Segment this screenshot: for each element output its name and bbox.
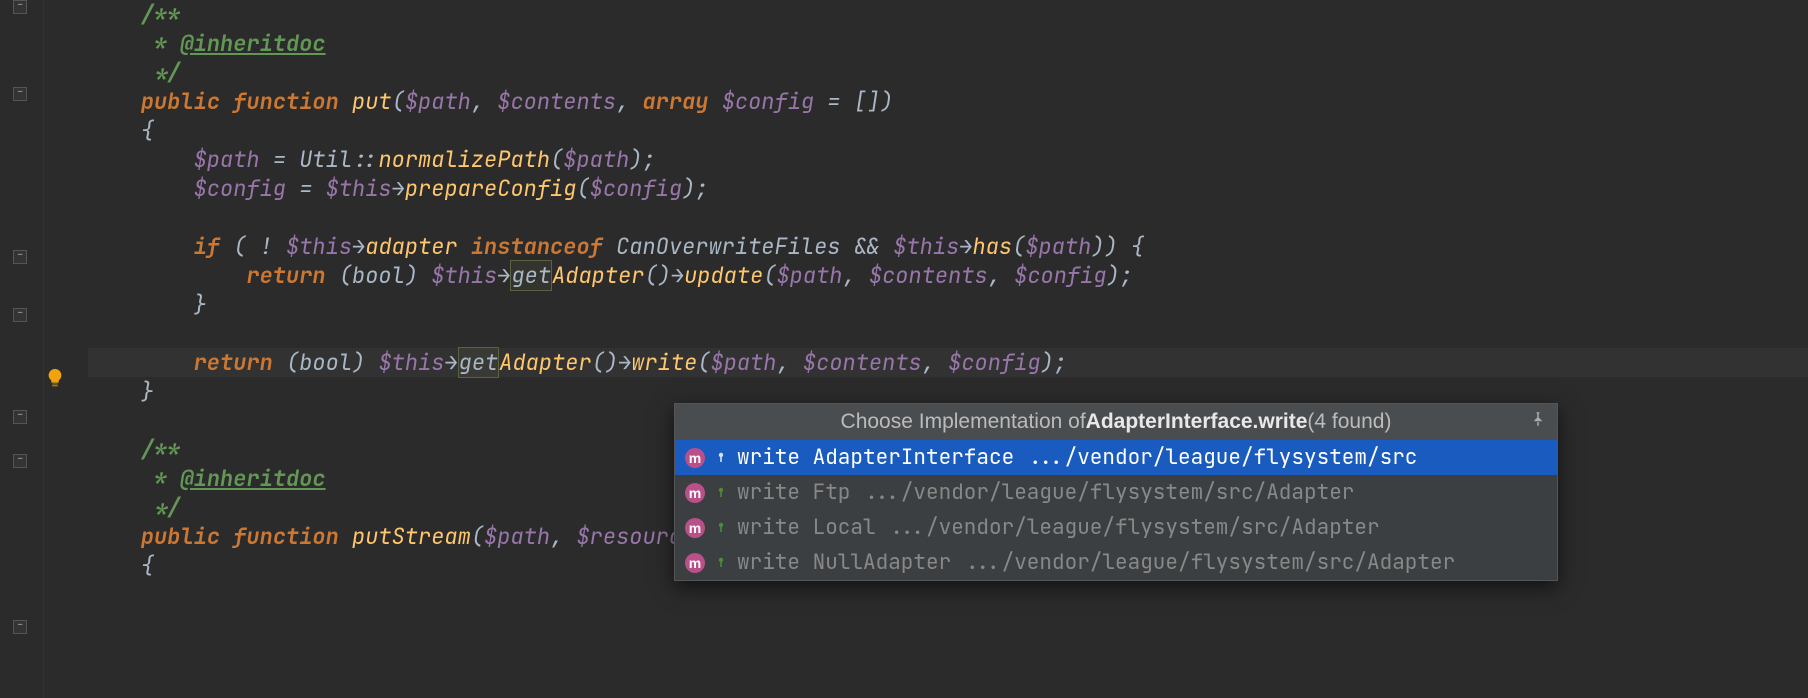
- code-editor[interactable]: /** * @inheritdoc */ public function put…: [0, 0, 1808, 698]
- fold-marker[interactable]: [13, 0, 27, 14]
- method-icon: m: [685, 553, 705, 573]
- code-line[interactable]: $path = Util::normalizePath($path);: [88, 145, 1808, 174]
- choose-implementation-popup: Choose Implementation of AdapterInterfac…: [674, 403, 1558, 581]
- implementation-label: write Ftp .../vendor/league/flysystem/sr…: [737, 479, 1547, 506]
- fold-marker[interactable]: [13, 454, 27, 468]
- implementation-label: write AdapterInterface .../vendor/league…: [737, 444, 1547, 471]
- method-icon: m: [685, 448, 705, 468]
- code-line[interactable]: $config = $this→prepareConfig($config);: [88, 174, 1808, 203]
- popup-title-post: (4 found): [1307, 410, 1391, 434]
- code-line[interactable]: {: [88, 116, 1808, 145]
- implements-icon: [715, 522, 727, 534]
- code-line[interactable]: /**: [88, 0, 1808, 29]
- code-line[interactable]: }: [88, 290, 1808, 319]
- method-icon: m: [685, 518, 705, 538]
- implementation-label: write NullAdapter .../vendor/league/flys…: [737, 549, 1547, 576]
- fold-marker[interactable]: [13, 250, 27, 264]
- fold-marker[interactable]: [13, 87, 27, 101]
- fold-marker[interactable]: [13, 620, 27, 634]
- code-area[interactable]: /** * @inheritdoc */ public function put…: [44, 0, 1808, 698]
- fold-marker[interactable]: [13, 308, 27, 322]
- implementation-list-item[interactable]: m write Local .../vendor/league/flysystem…: [675, 510, 1557, 545]
- popup-list: m write AdapterInterface .../vendor/leagu…: [675, 440, 1557, 580]
- popup-title: Choose Implementation of AdapterInterfac…: [675, 404, 1557, 440]
- code-line[interactable]: return (bool) $this→getAdapter()→update(…: [88, 261, 1808, 290]
- code-line[interactable]: return (bool) $this→getAdapter()→write($…: [88, 348, 1808, 377]
- popup-title-bold: AdapterInterface.write: [1086, 410, 1308, 434]
- implementation-list-item[interactable]: m write AdapterInterface .../vendor/leagu…: [675, 440, 1557, 475]
- implementation-label: write Local .../vendor/league/flysystem/…: [737, 514, 1547, 541]
- pin-icon[interactable]: [1529, 410, 1547, 433]
- implementation-list-item[interactable]: m write NullAdapter .../vendor/league/fly…: [675, 545, 1557, 580]
- code-line[interactable]: * @inheritdoc: [88, 29, 1808, 58]
- implements-icon: [715, 487, 727, 499]
- code-line[interactable]: }: [88, 377, 1808, 406]
- implementation-list-item[interactable]: m write Ftp .../vendor/league/flysystem/s…: [675, 475, 1557, 510]
- fold-column: [0, 0, 43, 698]
- gutter: [0, 0, 44, 698]
- method-icon: m: [685, 483, 705, 503]
- code-line[interactable]: [88, 319, 1808, 348]
- code-line[interactable]: if ( ! $this→adapter instanceof CanOverw…: [88, 232, 1808, 261]
- implements-icon: [715, 452, 727, 464]
- code-line[interactable]: public function put($path, $contents, ar…: [88, 87, 1808, 116]
- code-line[interactable]: */: [88, 58, 1808, 87]
- fold-marker[interactable]: [13, 410, 27, 424]
- implements-icon: [715, 557, 727, 569]
- popup-title-pre: Choose Implementation of: [841, 410, 1086, 434]
- code-line[interactable]: [88, 203, 1808, 232]
